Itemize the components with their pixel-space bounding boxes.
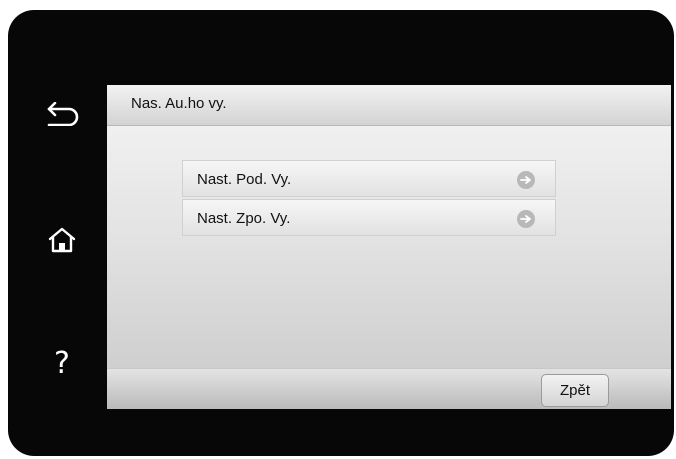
menu-item-nast-zpo-vy[interactable]: Nast. Zpo. Vy.: [182, 199, 556, 236]
back-button[interactable]: Zpět: [541, 374, 609, 407]
printer-control-panel: ? Nas. Au.ho vy. Nast. Pod. Vy. Nast. Zp…: [8, 10, 674, 456]
menu-item-label: Nast. Zpo. Vy.: [197, 210, 291, 227]
page-title: Nas. Au.ho vy.: [131, 95, 227, 112]
title-bar: Nas. Au.ho vy.: [107, 85, 671, 126]
menu-item-label: Nast. Pod. Vy.: [197, 171, 292, 188]
menu-item-nast-pod-vy[interactable]: Nast. Pod. Vy.: [182, 160, 556, 197]
arrow-right-icon: [517, 171, 535, 189]
hardware-help-button[interactable]: ?: [40, 342, 84, 386]
home-icon: [48, 227, 76, 253]
hardware-home-button[interactable]: [40, 218, 84, 262]
arrow-right-icon: [517, 210, 535, 228]
touch-screen: Nas. Au.ho vy. Nast. Pod. Vy. Nast. Zpo.…: [107, 85, 671, 409]
menu-area: Nast. Pod. Vy. Nast. Zpo. Vy.: [107, 126, 671, 368]
help-icon: ?: [54, 346, 70, 381]
bottom-bar: Zpět: [107, 368, 671, 409]
back-arrow-icon: [47, 102, 79, 126]
hardware-back-button[interactable]: [40, 92, 84, 136]
